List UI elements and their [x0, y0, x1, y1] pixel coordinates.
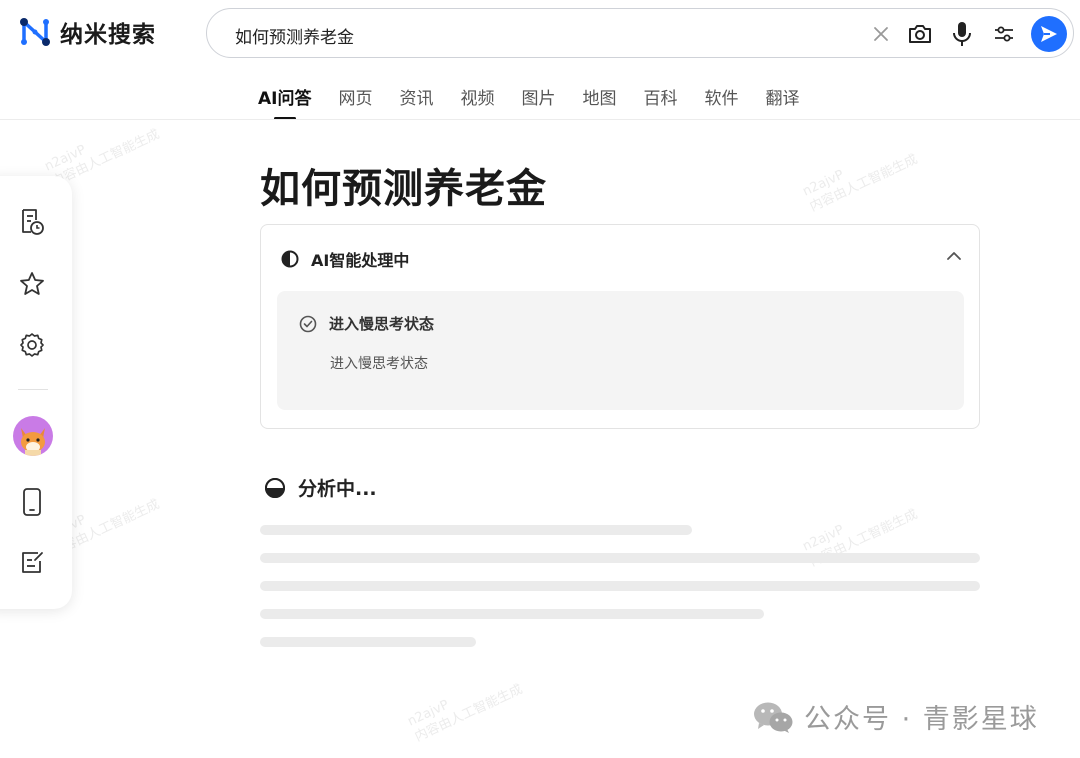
skeleton-line [260, 553, 980, 563]
watermark-line: 内容由人工智能生成 [807, 151, 920, 215]
left-sidebar [0, 176, 72, 609]
brand-logo[interactable]: 纳米搜索 [18, 14, 156, 50]
phone-icon[interactable] [18, 488, 46, 516]
tab-maps[interactable]: 地图 [582, 84, 616, 112]
brand-name: 纳米搜索 [60, 22, 156, 48]
sidebar-divider [18, 389, 48, 390]
page-title: 如何预测养老金 [260, 166, 547, 212]
loading-spinner-icon [265, 477, 285, 498]
fox-avatar-icon [21, 428, 45, 456]
watermark-line: 内容由人工智能生成 [412, 681, 525, 745]
ai-panel-header: AI智能处理中 [281, 247, 409, 271]
footer-label: 公众号 · 青影星球 [804, 704, 1039, 735]
tab-video[interactable]: 视频 [460, 84, 494, 112]
tab-news[interactable]: 资讯 [399, 84, 433, 112]
camera-icon[interactable] [907, 21, 933, 47]
check-circle-icon [299, 315, 317, 332]
send-icon [1041, 26, 1057, 42]
half-circle-icon [281, 250, 299, 268]
thinking-step-header: 进入慢思考状态 [299, 313, 434, 334]
microphone-icon[interactable] [949, 21, 975, 47]
wechat-icon [754, 702, 793, 733]
skeleton-line [260, 609, 764, 619]
search-box[interactable]: 如何预测养老金 [206, 8, 1074, 58]
tab-web[interactable]: 网页 [338, 84, 372, 112]
tab-ai-qa[interactable]: AI问答 [258, 84, 311, 120]
skeleton-line [260, 525, 692, 535]
ai-status-label: AI智能处理中 [311, 251, 410, 270]
thinking-step-detail: 进入慢思考状态 [330, 356, 428, 372]
ai-processing-panel: AI智能处理中 进入慢思考状态 进入慢思考状态 [260, 224, 980, 429]
history-document-icon[interactable] [18, 208, 46, 236]
analyzing-status: 分析中... [264, 474, 377, 501]
thinking-step-box: 进入慢思考状态 进入慢思考状态 [277, 291, 964, 410]
tab-translate[interactable]: 翻译 [765, 84, 799, 112]
search-input[interactable]: 如何预测养老金 [235, 23, 354, 48]
edit-note-icon[interactable] [18, 548, 46, 576]
skeleton-line [260, 581, 980, 591]
page-root: 纳米搜索 如何预测养老金 AI问答 网页 资讯 视频 图片 地图 百科 软件 翻… [0, 0, 1080, 758]
star-icon[interactable] [18, 270, 46, 298]
thinking-step-title: 进入慢思考状态 [329, 315, 435, 333]
tab-software[interactable]: 软件 [704, 84, 738, 112]
send-button[interactable] [1031, 16, 1067, 52]
nano-logo-icon [20, 18, 50, 46]
watermark-line: n2ajvP [42, 142, 89, 175]
wechat-footer: 公众号 · 青影星球 [752, 697, 1039, 736]
watermark-line: n2ajvP [800, 167, 847, 200]
watermark-line: n2ajvP [800, 522, 847, 555]
tab-images[interactable]: 图片 [521, 84, 555, 112]
skeleton-line [260, 637, 476, 647]
search-tabs: AI问答 网页 资讯 视频 图片 地图 百科 软件 翻译 [258, 84, 826, 120]
analyzing-label: 分析中... [298, 478, 377, 500]
watermark: n2ajvP内容由人工智能生成 [800, 136, 920, 216]
watermark-line: n2ajvP [405, 697, 452, 730]
watermark: n2ajvP内容由人工智能生成 [405, 666, 525, 746]
clear-icon[interactable] [868, 21, 894, 47]
tabs-divider [0, 119, 1080, 120]
avatar[interactable] [13, 416, 53, 456]
chevron-up-icon[interactable] [943, 245, 965, 267]
gear-icon[interactable] [18, 331, 46, 359]
filter-settings-icon[interactable] [991, 21, 1017, 47]
tab-encyclopedia[interactable]: 百科 [643, 84, 677, 112]
